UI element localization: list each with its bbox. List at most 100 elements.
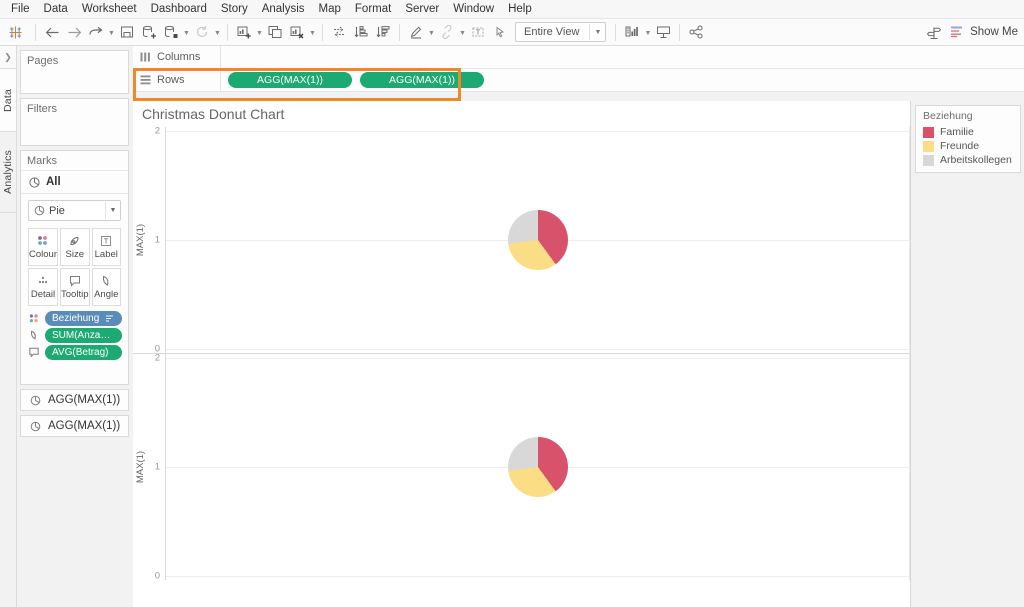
redo-arrow-icon[interactable] [85, 21, 107, 43]
fit-selector[interactable]: Entire View ▼ [515, 22, 607, 42]
columns-icon [140, 52, 151, 62]
menu-analysis[interactable]: Analysis [255, 1, 312, 17]
marks-pill-beziehung[interactable]: Beziehung [27, 311, 122, 326]
group-caret-icon[interactable]: ▼ [458, 21, 467, 43]
toolbar-sort-group [328, 19, 394, 45]
rail-tab-analytics[interactable]: Analytics [0, 132, 16, 213]
marks-card-agg-max-1-first[interactable]: AGG(MAX(1)) [20, 389, 129, 411]
y-axis-title-pane-1: MAX(1) [135, 223, 146, 257]
swap-rows-columns-icon[interactable] [328, 21, 350, 43]
marks-button-colour-label: Colour [29, 248, 57, 260]
forward-arrow-icon[interactable] [63, 21, 85, 43]
marks-button-size[interactable]: Size [60, 228, 90, 266]
rows-shelf[interactable]: Rows AGG(MAX(1)) AGG(MAX(1)) [133, 69, 1024, 92]
highlight-icon[interactable] [405, 21, 427, 43]
menu-file[interactable]: File [4, 1, 37, 17]
clear-sheet-icon[interactable] [286, 21, 308, 43]
plot-area-pane-1[interactable] [165, 127, 910, 353]
colour-legend-card[interactable]: Beziehung Familie Freunde Arbeitskollege… [915, 105, 1021, 173]
svg-text:T: T [104, 238, 109, 245]
back-arrow-icon[interactable] [41, 21, 63, 43]
marks-pill-avg-betrag[interactable]: AVG(Betrag) [27, 345, 122, 360]
columns-shelf-dropzone[interactable] [221, 46, 1024, 68]
mark-type-value: Pie [49, 204, 65, 217]
refresh-caret-icon[interactable]: ▼ [213, 21, 222, 43]
y-axis-pane-1[interactable]: MAX(1) 2 1 0 [133, 126, 165, 355]
highlight-caret-icon[interactable]: ▼ [427, 21, 436, 43]
pages-card[interactable]: Pages [20, 50, 129, 94]
chevron-right-icon[interactable]: ❯ [0, 46, 16, 69]
menu-format[interactable]: Format [348, 1, 398, 17]
rows-pill-agg-max-1-first[interactable]: AGG(MAX(1)) [228, 72, 352, 88]
marks-button-angle[interactable]: Angle [91, 268, 121, 306]
filters-card[interactable]: Filters [20, 98, 129, 146]
marks-button-colour[interactable]: Colour [28, 228, 58, 266]
presentation-mode-icon[interactable] [652, 21, 674, 43]
show-mark-labels-icon[interactable]: T [467, 21, 489, 43]
legend-item-freunde[interactable]: Freunde [916, 139, 1020, 153]
menu-dashboard[interactable]: Dashboard [144, 1, 214, 17]
group-members-icon[interactable] [436, 21, 458, 43]
tableau-desktop-window: File Data Worksheet Dashboard Story Anal… [0, 0, 1024, 607]
chart-pane-2: MAX(1) 2 1 0 [133, 353, 910, 582]
marks-button-label[interactable]: T Label [91, 228, 121, 266]
angle-icon [27, 330, 41, 341]
pie-mark-pane-1[interactable] [507, 210, 568, 270]
new-data-source-icon[interactable] [138, 21, 160, 43]
gridline-0-pane-2 [166, 576, 909, 577]
menu-help[interactable]: Help [501, 1, 539, 17]
sort-ascending-icon[interactable] [350, 21, 372, 43]
menu-worksheet[interactable]: Worksheet [75, 1, 144, 17]
new-worksheet-icon[interactable] [233, 21, 255, 43]
duplicate-sheet-icon[interactable] [264, 21, 286, 43]
clear-sheet-caret-icon[interactable]: ▼ [308, 21, 317, 43]
menu-server[interactable]: Server [398, 1, 446, 17]
fit-cards-icon[interactable] [621, 21, 643, 43]
rail-tab-data[interactable]: Data [0, 69, 16, 132]
sort-descending-icon[interactable] [372, 21, 394, 43]
legend-swatch-familie [923, 126, 934, 138]
share-icon[interactable] [685, 21, 707, 43]
save-icon[interactable] [116, 21, 138, 43]
marks-card-agg-max-1-second[interactable]: AGG(MAX(1)) [20, 415, 129, 437]
legend-item-familie[interactable]: Familie [916, 125, 1020, 139]
fix-axes-icon[interactable] [489, 21, 511, 43]
marks-button-label-label: Label [94, 248, 118, 260]
marks-button-tooltip[interactable]: Tooltip [60, 268, 90, 306]
pie-mark-pane-2[interactable] [507, 437, 568, 497]
marks-pill-sum-anzahl[interactable]: SUM(Anzahl d.. [27, 328, 122, 343]
refresh-data-source-icon[interactable] [191, 21, 213, 43]
left-rail: ❯ Data Analytics [0, 46, 17, 607]
y-tick-0-pane-2: 0 [154, 570, 160, 582]
chevron-down-icon[interactable]: ▼ [105, 202, 120, 219]
menu-window[interactable]: Window [446, 1, 501, 17]
data-source-caret-icon[interactable]: ▼ [182, 21, 191, 43]
show-me-button[interactable]: Show Me [945, 21, 1024, 43]
legend-swatch-arbeitskollegen [923, 154, 934, 166]
menu-map[interactable]: Map [312, 1, 348, 17]
marks-pill-avg-betrag-label: AVG(Betrag) [52, 347, 109, 358]
label-icon: T [99, 235, 113, 247]
columns-shelf[interactable]: Columns [133, 46, 1024, 69]
pause-data-source-icon[interactable] [160, 21, 182, 43]
new-worksheet-caret-icon[interactable]: ▼ [255, 21, 264, 43]
presentation-signpost-icon[interactable] [923, 21, 945, 43]
menu-data[interactable]: Data [37, 1, 75, 17]
marks-card-agg-max-1-first-label: AGG(MAX(1)) [48, 394, 121, 406]
y-axis-title-pane-2: MAX(1) [135, 450, 146, 484]
legend-item-arbeitskollegen[interactable]: Arbeitskollegen [916, 153, 1020, 167]
tableau-logo-icon[interactable] [0, 25, 30, 40]
chevron-down-icon[interactable]: ▼ [590, 29, 605, 36]
fit-cards-caret-icon[interactable]: ▼ [643, 21, 652, 43]
gridline-2-pane-2 [166, 358, 909, 359]
menu-story[interactable]: Story [214, 1, 255, 17]
marks-button-detail[interactable]: Detail [28, 268, 58, 306]
plot-area-pane-2[interactable] [165, 354, 910, 580]
marks-all-row[interactable]: All [21, 171, 128, 194]
worksheet-title[interactable]: Christmas Donut Chart [133, 101, 910, 127]
mark-type-selector[interactable]: Pie ▼ [28, 200, 121, 221]
y-axis-pane-2[interactable]: MAX(1) 2 1 0 [133, 353, 165, 582]
rows-pill-agg-max-1-second[interactable]: AGG(MAX(1)) [360, 72, 484, 88]
redo-caret-icon[interactable]: ▼ [107, 21, 116, 43]
rows-shelf-dropzone[interactable]: AGG(MAX(1)) AGG(MAX(1)) [221, 69, 1024, 91]
